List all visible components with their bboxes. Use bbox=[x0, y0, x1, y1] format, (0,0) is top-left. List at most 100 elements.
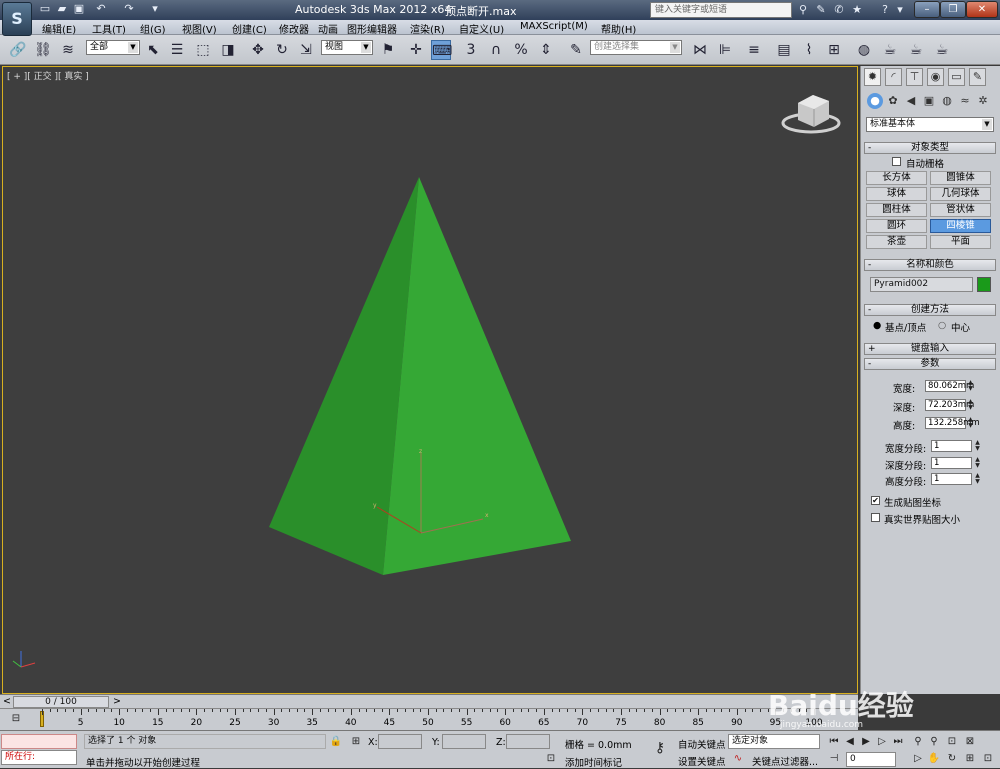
object-button-cone[interactable]: 圆锥体 bbox=[930, 171, 991, 185]
object-button-cylinder[interactable]: 圆柱体 bbox=[866, 203, 927, 217]
close-button[interactable]: ✕ bbox=[966, 1, 998, 18]
field-of-view-icon[interactable]: ▷ bbox=[910, 752, 926, 766]
spinner-snap-icon[interactable]: ⇕ bbox=[536, 40, 556, 60]
edit-named-selection-icon[interactable]: ✎ bbox=[566, 40, 586, 60]
absolute-mode-icon[interactable]: ⊞ bbox=[348, 735, 364, 749]
render-setup-icon[interactable]: ☕ bbox=[880, 40, 900, 60]
menu-create[interactable]: 创建(C) bbox=[232, 21, 267, 36]
named-selection-dropdown[interactable]: 创建选择集 ▼ bbox=[590, 40, 682, 55]
key-mode-dropdown[interactable]: 选定对象 bbox=[728, 734, 820, 749]
select-by-name-icon[interactable]: ☰ bbox=[167, 40, 187, 60]
go-to-end-icon[interactable]: ⏭ bbox=[890, 735, 906, 749]
selection-filter-dropdown[interactable]: 全部 ▼ bbox=[86, 40, 140, 55]
shapes-icon[interactable]: ✿ bbox=[885, 93, 901, 109]
autogrid-checkbox[interactable] bbox=[892, 157, 901, 166]
unlink-selection-icon[interactable]: ⛓ bbox=[33, 40, 53, 60]
rollout-object-type[interactable]: - 对象类型 bbox=[864, 142, 996, 154]
app-logo-button[interactable]: S bbox=[2, 2, 32, 36]
radio-center[interactable]: ○ bbox=[938, 320, 946, 331]
search-input[interactable]: 键入关键字或短语 bbox=[650, 2, 792, 18]
pivot-center-icon[interactable]: ⚑ bbox=[378, 40, 398, 60]
height-segs-spinner-field[interactable]: 1 bbox=[931, 473, 972, 485]
menu-modifiers[interactable]: 修改器 bbox=[279, 21, 309, 36]
systems-icon[interactable]: ✲ bbox=[975, 93, 991, 109]
time-slider[interactable]: 0 / 100 bbox=[13, 696, 109, 708]
depth-segs-spinner-arrows-icon[interactable]: ▲ ▼ bbox=[974, 457, 981, 469]
layer-manager-icon[interactable]: ≡ bbox=[744, 40, 764, 60]
space-warps-icon[interactable]: ≈ bbox=[957, 93, 973, 109]
menu-tools[interactable]: 工具(T) bbox=[92, 21, 126, 36]
lock-selection-icon[interactable]: 🔒 bbox=[328, 735, 344, 749]
time-tag-icon[interactable]: ⊡ bbox=[543, 752, 559, 766]
y-coord-field[interactable] bbox=[442, 734, 486, 749]
align-icon[interactable]: ⊫ bbox=[715, 40, 735, 60]
object-button-torus[interactable]: 圆环 bbox=[866, 219, 927, 233]
zoom-extents-icon[interactable]: ⊡ bbox=[944, 735, 960, 749]
width-spinner-arrows-icon[interactable]: ▲ ▼ bbox=[967, 380, 974, 392]
real-world-checkbox[interactable] bbox=[871, 513, 880, 522]
select-and-link-icon[interactable]: 🔗 bbox=[8, 40, 28, 60]
height-spinner-arrows-icon[interactable]: ▲ ▼ bbox=[967, 417, 974, 429]
zoom-icon[interactable]: ⚲ bbox=[910, 735, 926, 749]
curve-editor-icon[interactable]: ⌇ bbox=[799, 40, 819, 60]
width-spinner-field[interactable]: 80.062mm bbox=[925, 380, 974, 392]
snaps-toggle-icon[interactable]: 3 bbox=[461, 40, 481, 60]
help-icon[interactable]: ? bbox=[878, 3, 892, 17]
rollout-keyboard-entry[interactable]: + 键盘输入 bbox=[864, 343, 996, 355]
object-button-plane[interactable]: 平面 bbox=[930, 235, 991, 249]
width-segs-spinner-arrows-icon[interactable]: ▲ ▼ bbox=[974, 440, 981, 452]
menu-animation[interactable]: 动画 bbox=[318, 21, 338, 36]
track-bar[interactable]: ⊟ 5 10 15 20 25 30 35 40 45 50 55 60 65 70 75 80 85 90 95 1… bbox=[0, 708, 858, 730]
maximize-viewport-icon[interactable]: ⊞ bbox=[962, 752, 978, 766]
bind-to-space-warp-icon[interactable]: ≋ bbox=[58, 40, 78, 60]
play-icon[interactable]: ▶ bbox=[858, 735, 874, 749]
display-tab-icon[interactable]: ▭ bbox=[948, 68, 965, 86]
rollout-name-color[interactable]: - 名称和颜色 bbox=[864, 259, 996, 271]
graphite-ribbon-icon[interactable]: ▤ bbox=[774, 40, 794, 60]
reference-coord-dropdown[interactable]: 视图 ▼ bbox=[321, 40, 373, 55]
restore-button[interactable]: ❐ bbox=[940, 1, 966, 18]
set-key-button[interactable]: 设置关键点 bbox=[678, 754, 726, 768]
next-key-icon[interactable]: ▷ bbox=[874, 735, 890, 749]
viewport-toggle-icon[interactable]: ⊡ bbox=[980, 752, 996, 766]
redo-icon[interactable]: ↷ bbox=[122, 2, 136, 16]
modify-tab-icon[interactable]: ◜ bbox=[885, 68, 902, 86]
maxscript-listener-field[interactable] bbox=[1, 734, 77, 749]
key-filters-button[interactable]: 关键点过滤器... bbox=[752, 754, 818, 768]
rectangular-selection-icon[interactable]: ⬚ bbox=[193, 40, 213, 60]
width-segs-spinner-field[interactable]: 1 bbox=[931, 440, 972, 452]
favorites-star-icon[interactable]: ★ bbox=[850, 3, 864, 17]
binoculars-icon[interactable]: ⚲ bbox=[796, 3, 810, 17]
menu-maxscript[interactable]: MAXScript(M) bbox=[520, 21, 588, 32]
quick-access-dropdown-icon[interactable]: ▾ bbox=[148, 2, 162, 16]
rendered-frame-icon[interactable]: ☕ bbox=[906, 40, 926, 60]
menu-views[interactable]: 视图(V) bbox=[182, 21, 217, 36]
category-dropdown[interactable]: 标准基本体 ▼ bbox=[866, 117, 994, 132]
pan-view-icon[interactable]: ✋ bbox=[926, 752, 942, 766]
save-file-icon[interactable]: ▣ bbox=[72, 2, 86, 16]
undo-icon[interactable]: ↶ bbox=[94, 2, 108, 16]
rollout-creation-method[interactable]: - 创建方法 bbox=[864, 304, 996, 316]
zoom-extents-all-icon[interactable]: ⊠ bbox=[962, 735, 978, 749]
depth-segs-spinner-field[interactable]: 1 bbox=[931, 457, 972, 469]
gen-mapping-checkbox[interactable]: ✔ bbox=[871, 496, 880, 505]
orbit-icon[interactable]: ↻ bbox=[944, 752, 960, 766]
geometry-icon[interactable]: ● bbox=[867, 93, 883, 109]
z-coord-field[interactable] bbox=[506, 734, 550, 749]
depth-spinner-field[interactable]: 72.203mm bbox=[925, 399, 974, 411]
keyboard-shortcut-override-icon[interactable]: ⌨ bbox=[431, 40, 452, 60]
select-and-rotate-icon[interactable]: ↻ bbox=[272, 40, 292, 60]
mirror-icon[interactable]: ⋈ bbox=[690, 40, 710, 60]
open-file-icon[interactable]: ▰ bbox=[55, 2, 69, 16]
hierarchy-tab-icon[interactable]: ⊤ bbox=[906, 68, 923, 86]
object-color-swatch[interactable] bbox=[977, 277, 991, 292]
new-file-icon[interactable]: ▭ bbox=[38, 2, 52, 16]
select-object-icon[interactable]: ⬉ bbox=[143, 40, 163, 60]
perspective-viewport[interactable]: [ + ][ 正交 ][ 真实 ] z x y bbox=[2, 66, 858, 694]
radio-base-apex[interactable]: ● bbox=[873, 320, 881, 331]
height-spinner-field[interactable]: 132.258mm bbox=[925, 417, 980, 429]
render-production-icon[interactable]: ☕ bbox=[932, 40, 952, 60]
utilities-tab-icon[interactable]: ✎ bbox=[969, 68, 986, 86]
zoom-all-icon[interactable]: ⚲ bbox=[926, 735, 942, 749]
menu-customize[interactable]: 自定义(U) bbox=[459, 21, 504, 36]
